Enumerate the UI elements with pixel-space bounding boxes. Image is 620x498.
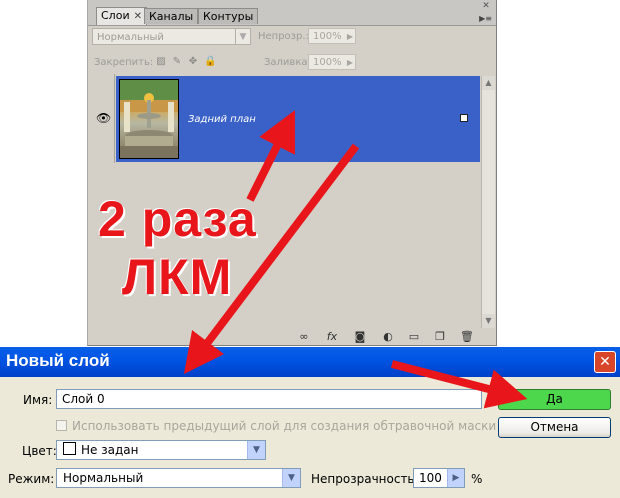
link-layers-icon[interactable]: ∞ xyxy=(297,330,311,344)
tab-channels[interactable]: Каналы xyxy=(144,8,199,24)
dialog-opacity-unit: % xyxy=(471,472,483,486)
clip-mask-label: Использовать предыдущий слой для создани… xyxy=(72,419,497,433)
layer-style-fx-icon[interactable]: fx xyxy=(325,330,339,344)
fill-value: 100% xyxy=(313,57,342,68)
mode-label: Режим: xyxy=(8,472,55,486)
adjustment-layer-icon[interactable]: ◐ xyxy=(381,330,395,344)
dialog-opacity-input[interactable]: 100 ▶ xyxy=(413,468,465,488)
dialog-opacity-value: 100 xyxy=(419,471,442,485)
lock-transparency-icon[interactable]: ▨ xyxy=(156,57,166,67)
chevron-down-icon: ▼ xyxy=(247,441,265,459)
color-swatch xyxy=(63,442,76,455)
cancel-button[interactable]: Отмена xyxy=(498,417,611,438)
annotation-lmb: ЛКМ xyxy=(122,249,233,305)
lock-all-icon[interactable]: 🔒 xyxy=(204,57,216,67)
dialog-title: Новый слой xyxy=(6,351,110,370)
name-label: Имя: xyxy=(23,393,53,407)
annotation-double-click: 2 раза xyxy=(98,191,257,247)
tab-layers[interactable]: Слои ✕ xyxy=(96,7,147,25)
chevron-right-icon: ▶ xyxy=(346,58,353,67)
color-select-value: Не задан xyxy=(81,443,139,457)
layer-name[interactable]: Задний план xyxy=(188,114,256,125)
opacity-label: Непрозр.: xyxy=(258,31,309,42)
chevron-down-icon: ▼ xyxy=(235,29,250,44)
cancel-button-label: Отмена xyxy=(530,420,579,434)
ok-button[interactable]: Да xyxy=(498,389,611,410)
fill-label: Заливка: xyxy=(264,57,311,68)
scroll-down-icon[interactable]: ▼ xyxy=(482,314,495,328)
tab-paths-label: Контуры xyxy=(203,10,254,23)
color-label: Цвет: xyxy=(22,444,57,458)
lock-position-icon[interactable]: ✥ xyxy=(188,57,198,67)
scroll-up-icon[interactable]: ▲ xyxy=(482,76,495,90)
panel-tab-bar: Слои ✕ Каналы Контуры ✕ ▶≡ xyxy=(88,0,496,26)
tab-layers-label: Слои xyxy=(101,9,130,22)
lock-icon xyxy=(460,114,468,122)
chevron-down-icon: ▼ xyxy=(282,469,300,487)
visibility-toggle[interactable]: 👁 xyxy=(91,74,115,163)
clip-mask-checkbox[interactable] xyxy=(56,420,67,431)
panel-close-icon[interactable]: ✕ xyxy=(481,1,491,11)
mode-select[interactable]: Нормальный ▼ xyxy=(56,468,301,488)
trash-icon[interactable]: 🗑 xyxy=(460,330,474,344)
chevron-right-icon: ▶ xyxy=(346,32,353,41)
fill-field[interactable]: 100% ▶ xyxy=(308,54,356,70)
layers-scrollbar[interactable]: ▲ ▼ xyxy=(481,76,495,328)
layer-name-input-value: Слой 0 xyxy=(62,392,105,406)
eye-icon[interactable]: 👁 xyxy=(96,111,111,125)
lock-label: Закрепить: xyxy=(94,57,154,68)
layers-bottom-toolbar: ∞ fx ◙ ◐ ▭ ❐ 🗑 xyxy=(88,330,496,344)
blend-mode-select[interactable]: Нормальный ▼ xyxy=(92,28,251,45)
tab-close-icon[interactable]: ✕ xyxy=(134,11,142,22)
opacity-field[interactable]: 100% ▶ xyxy=(308,28,356,44)
ok-button-label: Да xyxy=(546,392,563,406)
new-layer-dialog: Новый слой ✕ Имя: Слой 0 Да Отмена Испол… xyxy=(0,347,620,498)
close-icon[interactable]: ✕ xyxy=(594,351,616,373)
layer-name-input[interactable]: Слой 0 xyxy=(56,389,482,409)
dialog-opacity-label: Непрозрачность: xyxy=(311,472,419,486)
new-layer-icon[interactable]: ❐ xyxy=(433,330,447,344)
layer-thumbnail xyxy=(119,79,179,159)
lock-pixels-icon[interactable]: ✎ xyxy=(172,57,182,67)
opacity-value: 100% xyxy=(313,31,342,42)
layer-body[interactable]: Задний план xyxy=(116,76,480,162)
chevron-right-icon[interactable]: ▶ xyxy=(447,469,464,487)
new-group-icon[interactable]: ▭ xyxy=(407,330,421,344)
layer-row[interactable]: 👁 Задний план xyxy=(91,74,485,163)
blend-mode-value: Нормальный xyxy=(97,32,164,43)
tab-paths[interactable]: Контуры xyxy=(198,8,259,24)
add-mask-icon[interactable]: ◙ xyxy=(353,330,367,344)
dialog-titlebar[interactable]: Новый слой ✕ xyxy=(0,347,620,377)
fountain-thumbnail-image xyxy=(120,80,178,158)
mode-select-value: Нормальный xyxy=(63,471,144,485)
tab-channels-label: Каналы xyxy=(149,10,194,23)
panel-menu-icon[interactable]: ▶≡ xyxy=(479,14,492,23)
color-select[interactable]: Не задан ▼ xyxy=(56,440,266,460)
